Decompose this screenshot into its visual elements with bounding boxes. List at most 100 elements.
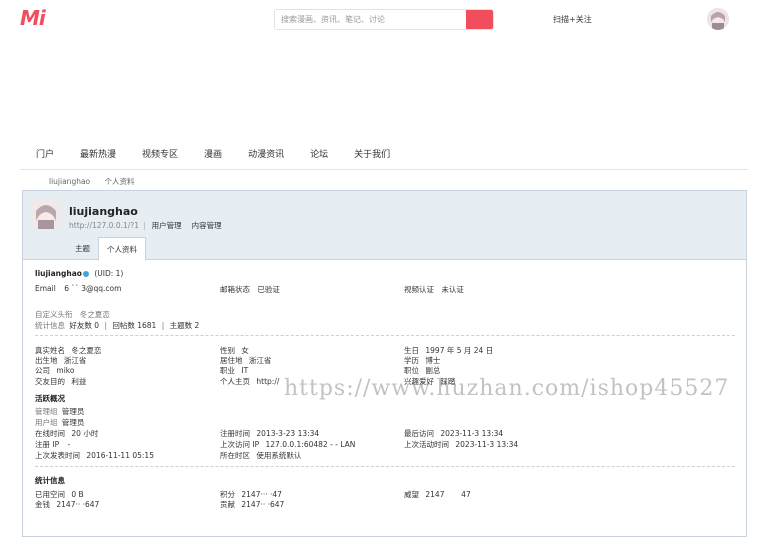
custom-title-value: 冬之夏恋 [79, 310, 110, 319]
email-status-label: 邮箱状态 [220, 285, 250, 294]
last-active-row: 上次活动时间 2023-11-3 13:34 [404, 439, 518, 450]
avatar-image [31, 199, 61, 229]
user-avatar[interactable] [707, 8, 729, 30]
profile-panel: liujianghao http://127.0.0.1/?1 | 用户管理 内容管理… [22, 190, 747, 537]
last-active-label: 上次活动时间 [404, 440, 449, 449]
last-ip-value: 127.0.0.1:60482 - - LAN [265, 440, 356, 449]
search-box [274, 9, 494, 30]
gender-value: 女 [241, 346, 249, 355]
prestige-value: 2147 47 [425, 490, 471, 499]
stats-row: 统计信息 好友数 0 | 回帖数 1681 | 主题数 2 [35, 320, 199, 331]
profile-links: http://127.0.0.1/?1 | 用户管理 内容管理 [69, 220, 222, 231]
homepage-row: 个人主页 http:// [220, 376, 279, 387]
nav-item-portal[interactable]: 门户 [36, 142, 54, 169]
reg-ip-row: 注册 IP - [35, 439, 70, 450]
points-value: 2147··· ·47 [241, 490, 282, 499]
nav-item-anime-news[interactable]: 动漫资讯 [248, 142, 284, 169]
email-status-value: 已验证 [257, 285, 280, 294]
homepage-label: 个人主页 [220, 377, 250, 386]
timezone-value: 使用系统默认 [256, 451, 302, 460]
email-status-row: 邮箱状态 已验证 [220, 284, 280, 295]
site-logo[interactable]: Mi [20, 6, 46, 30]
friends-count[interactable]: 好友数 0 [69, 321, 99, 330]
tab-threads[interactable]: 主题 [67, 237, 98, 260]
occupation-row: 职业 IT [220, 365, 248, 376]
money-value: 2147·· ·647 [56, 500, 100, 509]
profile-avatar[interactable] [31, 199, 61, 229]
online-value: 20 小时 [71, 429, 99, 438]
last-post-row: 上次发表时间 2016-11-11 05:15 [35, 450, 154, 461]
contribution-value: 2147·· ·647 [241, 500, 285, 509]
residence-label: 居住地 [220, 356, 243, 365]
basic-username: liujianghao [35, 269, 82, 278]
email-row: Email 6 `` 3@qq.com [35, 284, 121, 293]
video-auth-row: 视频认证 未认证 [404, 284, 464, 295]
purpose-value: 利益 [71, 377, 87, 386]
occupation-value: IT [241, 366, 249, 375]
search-input[interactable] [275, 10, 466, 29]
birthday-label: 生日 [404, 346, 419, 355]
company-value: miko [56, 366, 75, 375]
last-visit-value: 2023-11-3 13:34 [440, 429, 504, 438]
content-management-link[interactable]: 内容管理 [192, 221, 222, 230]
divider [35, 335, 735, 336]
email-value: 6 `` 3@qq.com [64, 284, 122, 293]
custom-title-label: 自定义头衔 [35, 310, 73, 319]
online-row: 在线时间 20 小时 [35, 428, 98, 439]
reg-time-value: 2013-3-23 13:34 [256, 429, 320, 438]
stats-label: 统计信息 [35, 321, 65, 330]
last-visit-row: 最后访问 2023-11-3 13:34 [404, 428, 503, 439]
space-value: 0 B [71, 490, 84, 499]
search-button[interactable] [466, 10, 493, 29]
points-label: 积分 [220, 490, 235, 499]
space-label: 已用空间 [35, 490, 65, 499]
last-post-value: 2016-11-11 05:15 [86, 451, 154, 460]
divider [35, 466, 735, 467]
position-row: 职位 副总 [404, 365, 440, 376]
reg-time-label: 注册时间 [220, 429, 250, 438]
contribution-row: 贡献 2147·· ·647 [220, 499, 284, 510]
gender-label: 性别 [220, 346, 235, 355]
profile-tabs: 主题 个人资料 [67, 237, 146, 261]
nav-item-forum[interactable]: 论坛 [310, 142, 328, 169]
admin-group-value[interactable]: 管理员 [62, 407, 85, 416]
birthplace-value: 浙江省 [63, 356, 87, 365]
online-label: 在线时间 [35, 429, 65, 438]
prestige-row: 威望 2147 47 [404, 489, 471, 500]
user-group-value[interactable]: 管理员 [62, 418, 85, 427]
tab-profile[interactable]: 个人资料 [98, 237, 146, 261]
separator: | [104, 321, 107, 330]
nav-item-comics[interactable]: 漫画 [204, 142, 222, 169]
contribution-label: 贡献 [220, 500, 235, 509]
nav-item-about[interactable]: 关于我们 [354, 142, 390, 169]
last-post-label: 上次发表时间 [35, 451, 80, 460]
position-value: 副总 [425, 366, 441, 375]
residence-value: 浙江省 [248, 356, 272, 365]
last-active-value: 2023-11-3 13:34 [455, 440, 519, 449]
email-label: Email [35, 284, 56, 293]
purpose-label: 交友目的 [35, 377, 65, 386]
breadcrumb-current: 个人资料 [104, 177, 135, 186]
breadcrumb-user[interactable]: liujianghao [49, 177, 90, 186]
homepage-value[interactable]: http:// [256, 377, 279, 386]
stats-title: 统计信息 [35, 476, 65, 485]
user-management-link[interactable]: 用户管理 [152, 221, 182, 230]
last-visit-label: 最后访问 [404, 429, 434, 438]
reg-time-row: 注册时间 2013-3-23 13:34 [220, 428, 319, 439]
profile-header: liujianghao http://127.0.0.1/?1 | 用户管理 内容管理… [23, 191, 746, 261]
real-name-value: 冬之夏恋 [71, 346, 102, 355]
last-ip-label: 上次访问 IP [220, 440, 260, 449]
user-group-label: 用户组 [35, 418, 58, 427]
threads-count[interactable]: 主题数 2 [170, 321, 200, 330]
breadcrumb: liujianghao 个人资料 [49, 176, 135, 187]
name-line: liujianghao (UID: 1) [35, 269, 123, 278]
replies-count[interactable]: 回帖数 1681 [112, 321, 156, 330]
nav-item-latest-comics[interactable]: 最新热漫 [80, 142, 116, 169]
purpose-row: 交友目的 利益 [35, 376, 86, 387]
nav-item-videos[interactable]: 视频专区 [142, 142, 178, 169]
prestige-label: 威望 [404, 490, 419, 499]
scan-follow-link[interactable]: 扫描+关注 [553, 14, 592, 25]
profile-home-url[interactable]: http://127.0.0.1/?1 [69, 221, 139, 230]
money-label: 金钱 [35, 500, 50, 509]
education-label: 学历 [404, 356, 419, 365]
